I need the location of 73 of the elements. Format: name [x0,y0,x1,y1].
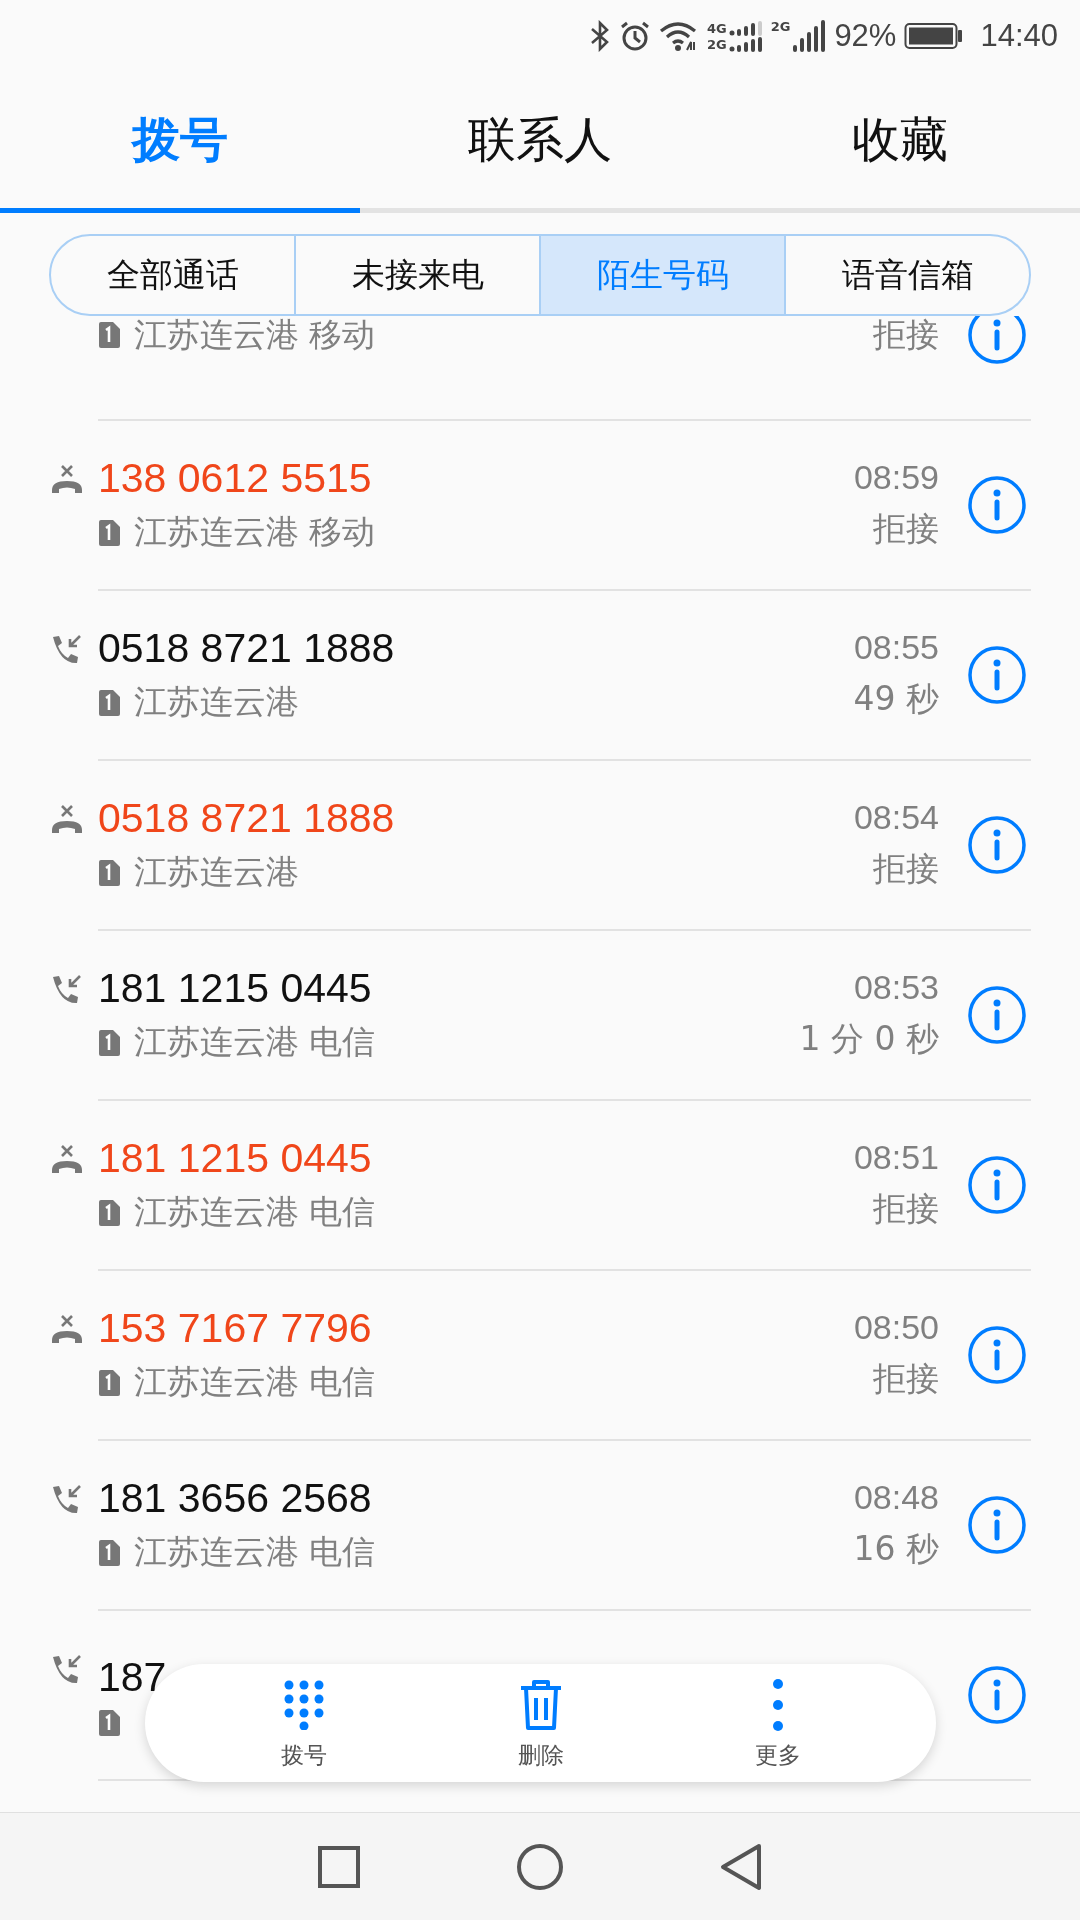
phone-number: 181 1215 0445 [98,1135,373,1182]
call-location: 江苏连云港 电信 [134,1361,376,1403]
battery-percent: 92% [834,18,897,54]
call-detail: 拒接 [873,848,939,890]
network-label: 2G [770,19,791,34]
call-detail: 拒接 [873,1358,939,1400]
sim-card-icon [98,1198,122,1227]
signal-icon [728,36,763,52]
info-icon[interactable] [967,985,1027,1045]
tab[interactable]: 拨号 [0,72,360,213]
dialpad-icon [283,1679,324,1730]
call-location: 江苏连云港 电信 [134,1191,376,1233]
phone-number: 181 1215 0445 [98,965,373,1012]
call-location: 江苏连云港 移动 [134,316,376,356]
signal-icon [728,20,763,36]
info-icon[interactable] [967,1495,1027,1555]
info-icon[interactable] [967,645,1027,705]
square-icon[interactable] [317,1844,362,1889]
clock: 14:40 [980,18,1058,54]
call-detail: 16 秒 [853,1528,939,1570]
network-label: 4G [706,20,727,36]
sim-card-icon [98,518,122,547]
filter-tab[interactable]: 语音信箱 [784,236,1029,314]
sim-card-icon [98,321,122,349]
alarm-icon [618,20,651,52]
info-icon[interactable] [967,316,1027,365]
call-detail: 49 秒 [853,678,939,720]
call-location: 江苏连云港 电信 [134,1531,376,1573]
network-label: 2G [706,36,727,52]
toolbar-button[interactable]: 拨号 [233,1675,374,1771]
call-location: 江苏连云港 电信 [134,1021,376,1063]
toolbar-button[interactable]: 更多 [707,1675,848,1771]
phone-number: 181 3656 2568 [98,1475,373,1522]
filter-tab[interactable]: 全部通话 [51,236,294,314]
info-icon[interactable] [967,1325,1027,1385]
home-icon[interactable] [516,1842,564,1891]
info-icon[interactable] [967,815,1027,875]
signal-icon [792,19,827,53]
sim-card-icon [98,1538,122,1567]
more-icon [771,1677,784,1732]
battery-icon [904,22,965,50]
call-detail: 1 分 0 秒 [799,1018,939,1060]
toolbar-button[interactable]: 删除 [470,1675,611,1771]
call-location: 江苏连云港 移动 [134,511,376,553]
sim-card-icon [98,1028,122,1057]
phone-number: 138 0612 5515 [98,455,373,502]
sim-card-icon [98,1708,122,1737]
call-detail: 拒接 [873,1188,939,1230]
call-location: 江苏连云港 [134,851,299,893]
sim-card-icon [98,858,122,887]
phone-number: 153 7167 7796 [98,1305,373,1352]
call-time: 08:55 [853,628,939,667]
call-detail: 拒接 [873,316,939,356]
call-time: 08:54 [853,798,939,837]
tab[interactable]: 收藏 [720,72,1080,213]
tab[interactable]: 联系人 [360,72,720,213]
call-time: 08:50 [853,1308,939,1347]
phone-number: 0518 8721 1888 [98,795,396,842]
call-location: 江苏连云港 [134,681,299,723]
call-time: 08:48 [853,1478,939,1517]
sim-card-icon [98,688,122,717]
phone-number: 0518 8721 1888 [98,625,396,672]
call-detail: 拒接 [873,508,939,550]
call-time: 08:59 [853,458,939,497]
sim-card-icon [98,1368,122,1397]
phone-number: 187 [98,1653,168,1701]
info-icon[interactable] [967,1665,1027,1725]
back-icon[interactable] [718,1842,763,1891]
call-time: 08:53 [853,968,939,1007]
info-icon[interactable] [967,1155,1027,1215]
call-time: 08:51 [853,1138,939,1177]
wifi-icon [658,20,699,52]
info-icon[interactable] [967,475,1027,535]
